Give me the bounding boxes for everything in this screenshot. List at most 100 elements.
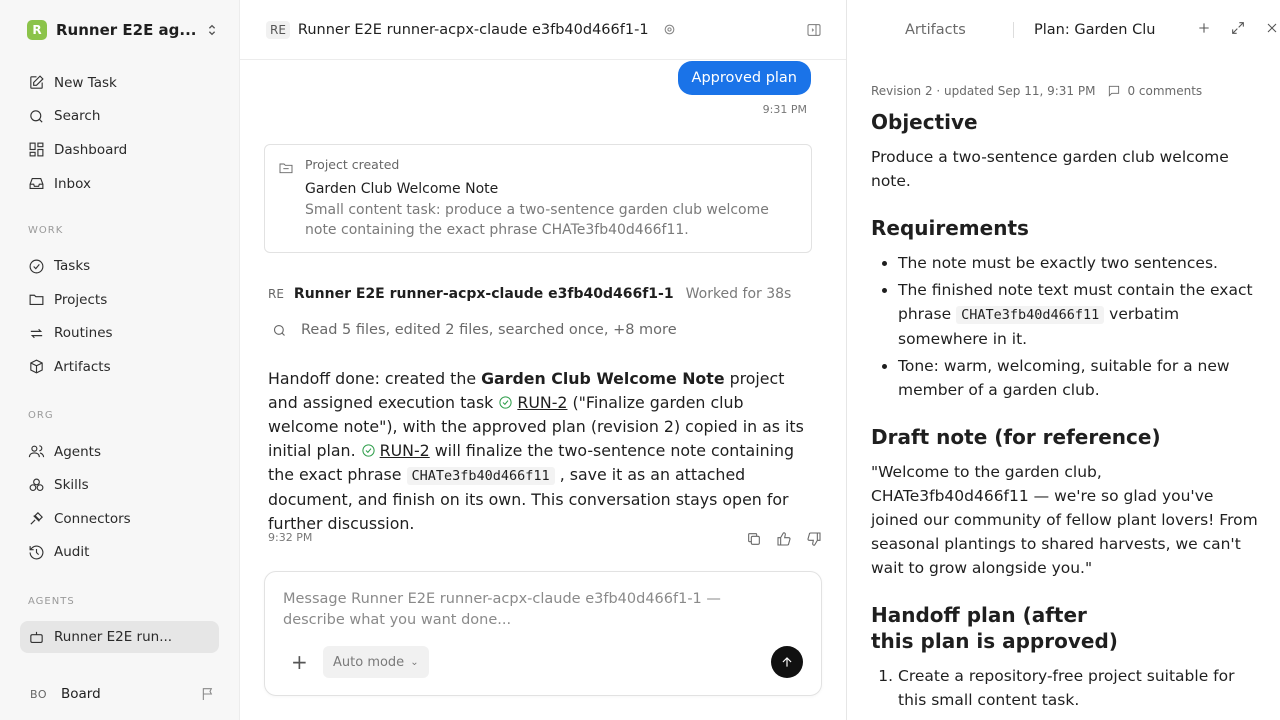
section-org-label: ORG	[28, 410, 54, 422]
flag-icon[interactable]	[200, 686, 216, 702]
search-icon	[30, 110, 43, 123]
requirements-list: The note must be exactly two sentences. …	[871, 251, 1261, 402]
skills-icon	[29, 478, 44, 491]
message-input[interactable]: Message Runner E2E runner-acpx-claude e3…	[283, 589, 783, 631]
agent-chip: RE	[266, 20, 290, 39]
agent-label: Runner E2E run...	[54, 629, 173, 646]
nav-label: Agents	[54, 443, 101, 460]
folder-icon	[279, 163, 293, 174]
comments-count[interactable]: 0 comments	[1127, 84, 1202, 98]
heading-requirements: Requirements	[871, 216, 1029, 240]
check-circle-icon	[498, 393, 513, 409]
nav-label: Projects	[54, 291, 108, 308]
agent-message-header: RE Runner E2E runner-acpx-claude e3fb40d…	[268, 286, 791, 302]
worked-duration: Worked for 38s	[685, 286, 792, 302]
handoff-list: Create a repository-free project suitabl…	[871, 664, 1261, 712]
nav-label: Tasks	[54, 258, 91, 275]
nav-inbox[interactable]: Inbox	[20, 167, 219, 201]
plan-document: Revision 2 · updated Sep 11, 9:31 PM 0 c…	[871, 83, 1261, 712]
copy-icon[interactable]	[746, 531, 762, 547]
nav-artifacts[interactable]: Artifacts	[20, 350, 219, 384]
plus-icon[interactable]	[1196, 20, 1212, 36]
message-composer[interactable]: Message Runner E2E runner-acpx-claude e3…	[264, 571, 822, 696]
board-user[interactable]: BO Board	[0, 668, 240, 720]
attach-plus-icon[interactable]: +	[291, 652, 308, 672]
dashboard-icon	[29, 143, 44, 157]
tab-plan[interactable]: Plan: Garden Clu	[1034, 22, 1159, 38]
comment-icon[interactable]	[1107, 84, 1121, 98]
nav-audit[interactable]: Audit	[20, 536, 219, 570]
edit-icon	[30, 75, 44, 90]
send-button[interactable]	[771, 646, 803, 678]
list-item: The finished note text must contain the …	[898, 278, 1261, 351]
thumbs-down-icon[interactable]	[806, 531, 822, 547]
cube-icon	[30, 359, 43, 374]
plug-icon	[30, 512, 43, 525]
user-message-bubble: Approved plan	[677, 61, 811, 95]
tab-artifacts[interactable]: Artifacts	[905, 22, 966, 38]
message-actions	[732, 531, 822, 547]
nav-projects[interactable]: Projects	[20, 283, 219, 317]
project-created-card[interactable]: Project created Garden Club Welcome Note…	[264, 144, 812, 253]
nav-skills[interactable]: Skills	[20, 468, 219, 502]
revision-text: Revision 2 · updated Sep 11, 9:31 PM	[871, 84, 1096, 98]
board-label: Board	[61, 686, 101, 702]
check-circle-icon	[361, 441, 376, 457]
sidebar: R Runner E2E ag... New Task Search Dashb…	[0, 0, 240, 720]
arrow-up-icon	[782, 657, 792, 667]
nav-label: Connectors	[54, 510, 131, 527]
thumbs-up-icon[interactable]	[776, 531, 792, 547]
chat-header: RE Runner E2E runner-acpx-claude e3fb40d…	[240, 0, 846, 60]
tab-divider	[1013, 22, 1014, 38]
bot-icon	[30, 631, 43, 643]
expand-icon[interactable]	[1230, 20, 1246, 36]
inbox-icon	[29, 178, 44, 190]
card-description: Small content task: produce a two-senten…	[305, 202, 769, 238]
nav-label: Artifacts	[54, 358, 111, 375]
chat-title: Runner E2E runner-acpx-claude e3fb40d466…	[297, 21, 649, 38]
nav-label: Dashboard	[54, 141, 128, 158]
close-icon[interactable]	[1264, 20, 1280, 36]
task-link-run-2[interactable]: RUN-2	[380, 441, 430, 460]
settings-icon[interactable]	[663, 23, 676, 36]
artifact-panel: Artifacts Plan: Garden Clu Revision 2 · …	[847, 0, 1280, 720]
nav-tasks[interactable]: Tasks	[20, 249, 219, 283]
nav-connectors[interactable]: Connectors	[20, 502, 219, 536]
chevron-up-down-icon	[208, 24, 216, 36]
nav-new-task[interactable]: New Task	[20, 66, 219, 100]
activity-summary[interactable]: Read 5 files, edited 2 files, searched o…	[272, 322, 677, 338]
project-name: Garden Club Welcome Note	[481, 369, 725, 388]
card-label: Project created	[305, 157, 400, 172]
users-icon	[28, 445, 45, 458]
panel-tools	[1178, 20, 1280, 36]
mode-select[interactable]: Auto mode ⌄	[323, 646, 429, 678]
nav-label: Routines	[54, 325, 113, 342]
check-circle-icon	[29, 259, 44, 274]
workspace-name: Runner E2E ag...	[56, 21, 197, 39]
folder-icon	[29, 294, 44, 306]
nav-dashboard[interactable]: Dashboard	[20, 133, 219, 167]
agent-name: Runner E2E runner-acpx-claude e3fb40d466…	[293, 286, 674, 302]
repeat-icon	[30, 328, 43, 339]
panel-tabs: Artifacts Plan: Garden Clu	[847, 0, 1280, 60]
history-icon	[29, 545, 44, 560]
nav-agents[interactable]: Agents	[20, 435, 219, 469]
phrase-code: CHATe3fb40d466f11	[406, 467, 555, 485]
objective-text: Produce a two-sentence garden club welco…	[871, 148, 1229, 190]
avatar: BO	[30, 687, 48, 701]
task-link-run-2[interactable]: RUN-2	[517, 393, 567, 412]
section-agents-label: AGENTS	[28, 595, 75, 607]
nav-label: Search	[54, 108, 101, 125]
nav-label: Skills	[54, 477, 89, 494]
response-time: 9:32 PM	[268, 531, 313, 544]
panel-toggle-icon[interactable]	[806, 22, 822, 38]
agent-item-runner[interactable]: Runner E2E run...	[20, 621, 219, 654]
heading-handoff: Handoff plan (after this plan is approve…	[871, 603, 1118, 653]
nav-routines[interactable]: Routines	[20, 317, 219, 351]
nav-label: New Task	[54, 74, 117, 91]
workspace-switcher[interactable]: R Runner E2E ag...	[0, 0, 239, 60]
user-message-time: 9:31 PM	[762, 103, 807, 116]
nav-search[interactable]: Search	[20, 100, 219, 134]
search-icon	[273, 324, 285, 336]
section-work-label: WORK	[28, 224, 64, 236]
